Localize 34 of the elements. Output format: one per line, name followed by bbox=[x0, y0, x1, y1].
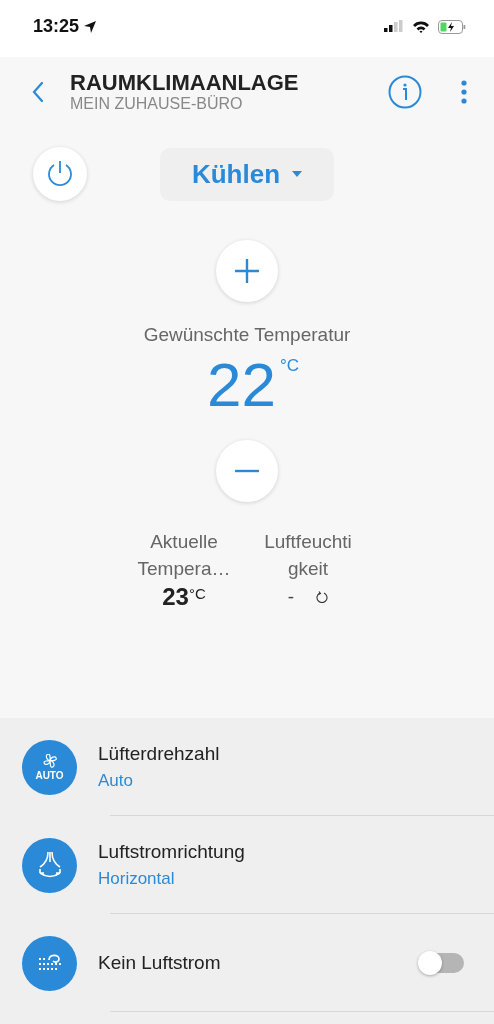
temperature-unit: °C bbox=[279, 356, 299, 376]
setting-value: Auto bbox=[98, 771, 134, 791]
power-button[interactable] bbox=[33, 147, 87, 201]
refresh-icon bbox=[316, 591, 329, 603]
wind-icon bbox=[22, 935, 77, 991]
airflow-icon bbox=[22, 837, 77, 893]
power-icon bbox=[45, 159, 75, 189]
screen-subtitle: MEIN ZUHAUSE-BÜRO bbox=[70, 95, 244, 113]
status-time: 13:25 bbox=[33, 16, 80, 37]
plus-icon bbox=[234, 258, 260, 284]
current-temperature: 23 bbox=[162, 582, 189, 612]
caret-icon bbox=[292, 171, 303, 177]
setting-title: Lüfterdrehzahl bbox=[98, 743, 221, 765]
target-temperature: 22 bbox=[206, 350, 276, 420]
stat-label: Aktuelle Tempera… bbox=[136, 530, 232, 581]
signal-icon bbox=[384, 20, 404, 33]
target-label: Gewünschte Temperatur bbox=[143, 324, 351, 346]
setting-title: Kein Luftstrom bbox=[98, 952, 222, 974]
setting-value: Horizontal bbox=[98, 869, 176, 889]
chevron-left-icon bbox=[32, 81, 44, 103]
setting-title: Luftstromrichtung bbox=[98, 841, 246, 863]
increase-button[interactable] bbox=[216, 240, 278, 302]
stat-label: Luftfeuchtigkeit bbox=[263, 530, 353, 581]
location-icon bbox=[83, 19, 98, 34]
fan-icon: AUTO bbox=[22, 739, 77, 795]
more-icon bbox=[460, 80, 468, 104]
temperature-unit: °C bbox=[188, 585, 206, 602]
screen-title: RAUMKLIMAANLAGE bbox=[70, 71, 300, 95]
toggle-switch[interactable] bbox=[420, 953, 464, 973]
humidity-value: - bbox=[287, 586, 295, 608]
info-icon bbox=[388, 75, 422, 109]
minus-icon bbox=[234, 469, 260, 473]
battery-icon bbox=[438, 19, 466, 34]
wifi-icon bbox=[412, 20, 430, 33]
